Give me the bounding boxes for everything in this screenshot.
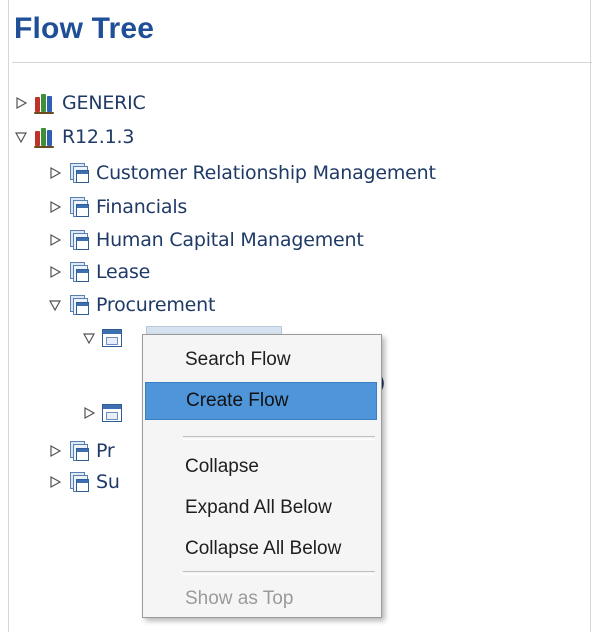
tree-node-lease[interactable]: Lease	[48, 259, 150, 285]
expand-triangle-icon[interactable]	[48, 200, 62, 214]
expand-triangle-icon[interactable]	[48, 444, 62, 458]
menu-item-create-flow[interactable]: Create Flow	[145, 382, 377, 420]
collapse-triangle-icon[interactable]	[48, 298, 62, 312]
menu-item-expand-all-below[interactable]: Expand All Below	[145, 489, 377, 527]
expand-triangle-icon[interactable]	[14, 96, 28, 110]
expand-triangle-icon[interactable]	[48, 265, 62, 279]
title-divider	[12, 62, 592, 63]
context-menu: Search Flow Create Flow Collapse Expand …	[142, 334, 382, 618]
tree-node-label: Human Capital Management	[96, 229, 364, 251]
library-books-icon	[34, 92, 56, 114]
window-icon	[102, 327, 124, 349]
tree-node-procurement[interactable]: Procurement	[48, 292, 215, 318]
collapse-triangle-icon[interactable]	[82, 331, 96, 345]
collapse-triangle-icon[interactable]	[14, 130, 28, 144]
expand-triangle-icon[interactable]	[48, 475, 62, 489]
window-icon	[102, 402, 124, 424]
menu-separator	[183, 571, 375, 575]
panel-border-left	[8, 0, 9, 632]
tree-node-release[interactable]: R12.1.3	[14, 124, 134, 150]
expand-triangle-icon[interactable]	[48, 166, 62, 180]
document-stack-icon	[68, 440, 90, 462]
menu-item-collapse[interactable]: Collapse	[145, 448, 377, 486]
tree-node-label: R12.1.3	[62, 126, 135, 148]
expand-triangle-icon[interactable]	[82, 406, 96, 420]
menu-item-collapse-all-below[interactable]: Collapse All Below	[145, 530, 377, 568]
tree-node-pr[interactable]: Pr	[48, 438, 115, 464]
tree-node-label: GENERIC	[62, 92, 146, 114]
panel-border-right	[590, 0, 591, 632]
document-stack-icon	[68, 471, 90, 493]
tree-node-label: Financials	[96, 196, 188, 218]
menu-item-search-flow[interactable]: Search Flow	[145, 341, 377, 379]
tree-node-label: Su	[96, 471, 120, 493]
menu-separator	[183, 436, 375, 440]
document-stack-icon	[68, 294, 90, 316]
tree-node-su[interactable]: Su	[48, 469, 120, 495]
tree-node-crm[interactable]: Customer Relationship Management	[48, 160, 436, 186]
tree-node-financials[interactable]: Financials	[48, 194, 187, 220]
tree-node-label: Customer Relationship Management	[96, 162, 436, 184]
tree-node-hcm[interactable]: Human Capital Management	[48, 227, 364, 253]
document-stack-icon	[68, 162, 90, 184]
tree-node-selected-child[interactable]	[82, 325, 130, 351]
document-stack-icon	[68, 229, 90, 251]
document-stack-icon	[68, 261, 90, 283]
tree-node-child-2[interactable]	[82, 400, 130, 426]
menu-item-show-as-top: Show as Top	[185, 588, 294, 609]
tree-node-label: Procurement	[96, 294, 216, 316]
tree-node-generic[interactable]: GENERIC	[14, 90, 146, 116]
tree-node-label: Pr	[96, 440, 115, 462]
library-books-icon	[34, 126, 56, 148]
tree-node-label: Lease	[96, 261, 151, 283]
page-title: Flow Tree	[14, 12, 155, 45]
expand-triangle-icon[interactable]	[48, 233, 62, 247]
document-stack-icon	[68, 196, 90, 218]
